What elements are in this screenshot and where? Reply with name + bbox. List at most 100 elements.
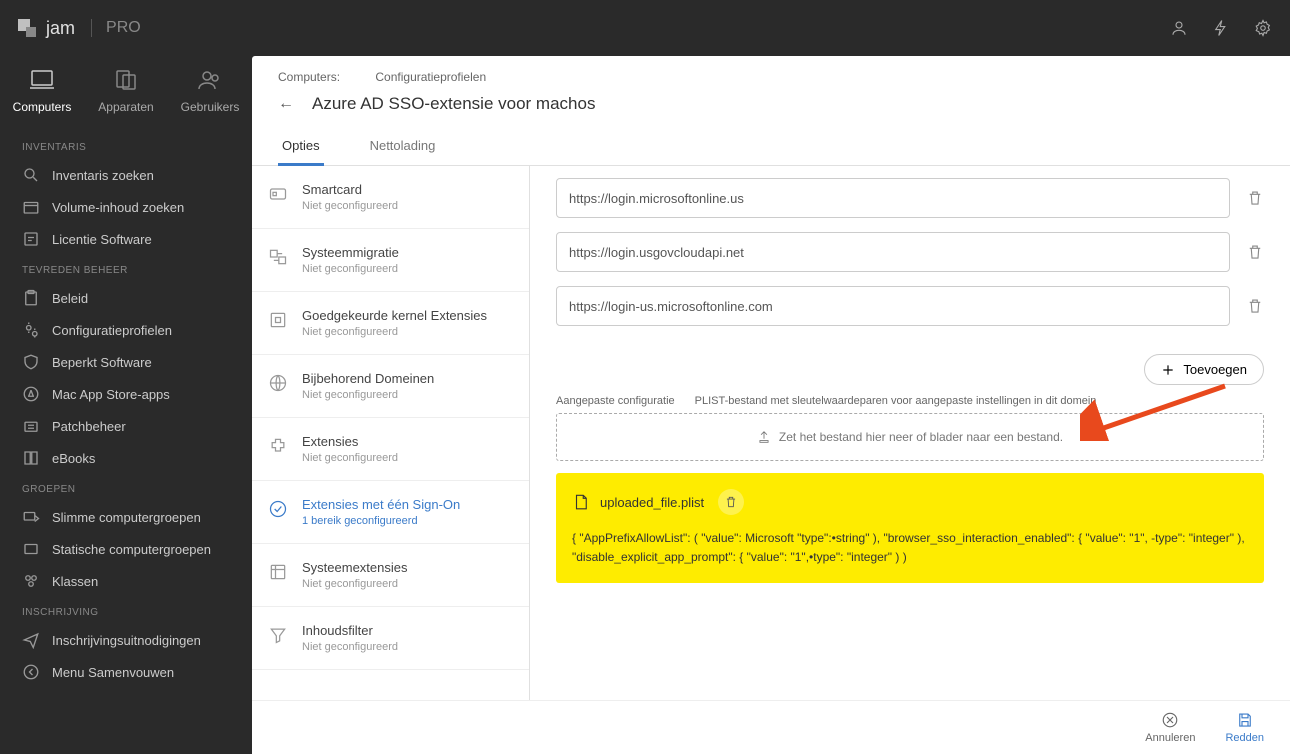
add-label: Toevoegen: [1183, 362, 1247, 377]
sidebar-item-inventory-search[interactable]: Inventaris zoeken: [0, 159, 252, 191]
option-system-extensions[interactable]: SysteemextensiesNiet geconfigureerd: [252, 544, 529, 607]
file-row: uploaded_file.plist: [572, 489, 1248, 515]
laptop-icon: [28, 68, 56, 92]
option-sso-extensions[interactable]: Extensies met één Sign-On1 bereik geconf…: [252, 481, 529, 544]
sidebar-item-config-profiles[interactable]: Configuratieprofielen: [0, 314, 252, 346]
sidebar-item-volume-search[interactable]: Volume-inhoud zoeken: [0, 191, 252, 223]
option-sub: Niet geconfigureerd: [302, 326, 487, 338]
trash-icon: [724, 495, 738, 509]
users-icon: [196, 68, 224, 92]
sso-icon: [268, 499, 288, 519]
sidebar-item-menu-collapse[interactable]: Menu Samenvouwen: [0, 656, 252, 688]
topnav-tab-users[interactable]: Gebruikers: [168, 62, 252, 120]
url-input[interactable]: [556, 286, 1230, 326]
smart-group-icon: [22, 508, 40, 526]
sidebar-item-label: Klassen: [52, 574, 98, 589]
sidebar-item-ebooks[interactable]: eBooks: [0, 442, 252, 474]
sidebar-item-patch-management[interactable]: Patchbeheer: [0, 410, 252, 442]
option-content-filter[interactable]: Inhoudsfilter Niet geconfigureerd: [252, 607, 529, 670]
sidebar-item-label: Patchbeheer: [52, 419, 126, 434]
url-input[interactable]: [556, 178, 1230, 218]
option-title: Inhoudsfilter: [302, 623, 398, 638]
sidebar-section-header: INSCHRIJVING: [0, 597, 252, 624]
appstore-icon: [22, 385, 40, 403]
add-button[interactable]: Toevoegen: [1144, 354, 1264, 385]
option-title: Goedgekeurde kernel Extensies: [302, 308, 487, 323]
plus-icon: [1161, 363, 1175, 377]
back-arrow-icon[interactable]: ←: [278, 95, 294, 113]
trash-icon[interactable]: [1246, 243, 1264, 261]
option-sub: Niet geconfigureerd: [302, 200, 398, 212]
topnav-tab-label: Gebruikers: [181, 100, 240, 114]
search-icon: [22, 166, 40, 184]
cancel-icon: [1161, 711, 1179, 729]
url-row: [556, 232, 1264, 272]
option-approved-kernel-ext[interactable]: Goedgekeurde kernel Extensies Niet geconf…: [252, 292, 529, 355]
globe-icon: [268, 373, 288, 393]
option-extensions[interactable]: Extensies Niet geconfigureerd: [252, 418, 529, 481]
sidebar-item-label: Volume-inhoud zoeken: [52, 200, 184, 215]
save-button[interactable]: Redden: [1225, 711, 1264, 744]
topnav-tab-computers[interactable]: Computers: [0, 62, 84, 120]
option-sub: Niet geconfigureerd: [302, 452, 398, 464]
breadcrumb-part[interactable]: Configuratieprofielen: [375, 70, 486, 84]
kernel-icon: [268, 310, 288, 330]
patch-icon: [22, 417, 40, 435]
sidebar-section-header: GROEPEN: [0, 474, 252, 501]
sidebar-item-static-groups[interactable]: Statische computergroepen: [0, 533, 252, 565]
url-input[interactable]: [556, 232, 1230, 272]
sidebar-item-label: Slimme computergroepen: [52, 510, 201, 525]
trash-icon[interactable]: [1246, 297, 1264, 315]
option-sub: 1 bereik geconfigureerd: [302, 515, 460, 527]
breadcrumb: Computers: Configuratieprofielen: [252, 56, 1290, 88]
file-delete-button[interactable]: [718, 489, 744, 515]
tab-payload[interactable]: Nettolading: [366, 128, 440, 165]
sidebar-item-mac-app-store[interactable]: Mac App Store-apps: [0, 378, 252, 410]
page-title: Azure AD SSO-extensie voor machos: [312, 94, 595, 114]
footer: Annuleren Redden: [252, 700, 1290, 754]
cancel-label: Annuleren: [1145, 732, 1195, 744]
sidebar-item-label: Inventaris zoeken: [52, 168, 154, 183]
main-panel: Computers: Configuratieprofielen ← Azure…: [252, 56, 1290, 754]
sidebar-item-smart-groups[interactable]: Slimme computergroepen: [0, 501, 252, 533]
label-a: Aangepaste configuratie: [556, 395, 675, 407]
cancel-button[interactable]: Annuleren: [1145, 711, 1195, 744]
sidebar-item-policies[interactable]: Beleid: [0, 282, 252, 314]
bolt-icon[interactable]: [1212, 19, 1230, 37]
trash-icon[interactable]: [1246, 189, 1264, 207]
tab-label: Opties: [282, 138, 320, 153]
tab-options[interactable]: Opties: [278, 128, 324, 165]
sidebar-item-licensed-software[interactable]: Licentie Software: [0, 223, 252, 255]
option-sub: Niet geconfigureerd: [302, 263, 399, 275]
static-group-icon: [22, 540, 40, 558]
collapse-icon: [22, 663, 40, 681]
breadcrumb-part[interactable]: Computers:: [278, 70, 340, 84]
sidebar-item-label: Licentie Software: [52, 232, 152, 247]
option-sub: Niet geconfigureerd: [302, 578, 408, 590]
option-associated-domains[interactable]: Bijbehorend DomeinenNiet geconfigureerd: [252, 355, 529, 418]
option-title: Extensies: [302, 434, 398, 449]
gear-icon[interactable]: [1254, 19, 1272, 37]
sidebar-item-enrollment-invitations[interactable]: Inschrijvingsuitnodigingen: [0, 624, 252, 656]
topnav-tab-devices[interactable]: Apparaten: [84, 62, 168, 120]
brand-name: jam: [46, 18, 75, 39]
tabs: Opties Nettolading: [252, 128, 1290, 166]
sidebar-item-label: Inschrijvingsuitnodigingen: [52, 633, 201, 648]
user-icon[interactable]: [1170, 19, 1188, 37]
file-dropzone[interactable]: Zet het bestand hier neer of blader naar…: [556, 413, 1264, 461]
file-name: uploaded_file.plist: [600, 495, 704, 510]
option-sub: Niet geconfigureerd: [302, 389, 434, 401]
topbar-actions: [1170, 19, 1272, 37]
license-icon: [22, 230, 40, 248]
option-smartcard[interactable]: SmartcardNiet geconfigureerd: [252, 166, 529, 229]
sidebar-item-restricted-software[interactable]: Beperkt Software: [0, 346, 252, 378]
url-row: [556, 178, 1264, 218]
option-sub: Niet geconfigureerd: [302, 641, 398, 653]
sidebar-item-label: Beperkt Software: [52, 355, 152, 370]
sidebar-item-classes[interactable]: Klassen: [0, 565, 252, 597]
left-nav: Computers Apparaten Gebruikers INVENTARI…: [0, 56, 252, 754]
tab-label: Nettolading: [370, 138, 436, 153]
option-system-migration[interactable]: SysteemmigratieNiet geconfigureerd: [252, 229, 529, 292]
devices-icon: [112, 68, 140, 92]
topnav-tabs: Computers Apparaten Gebruikers: [0, 56, 252, 132]
